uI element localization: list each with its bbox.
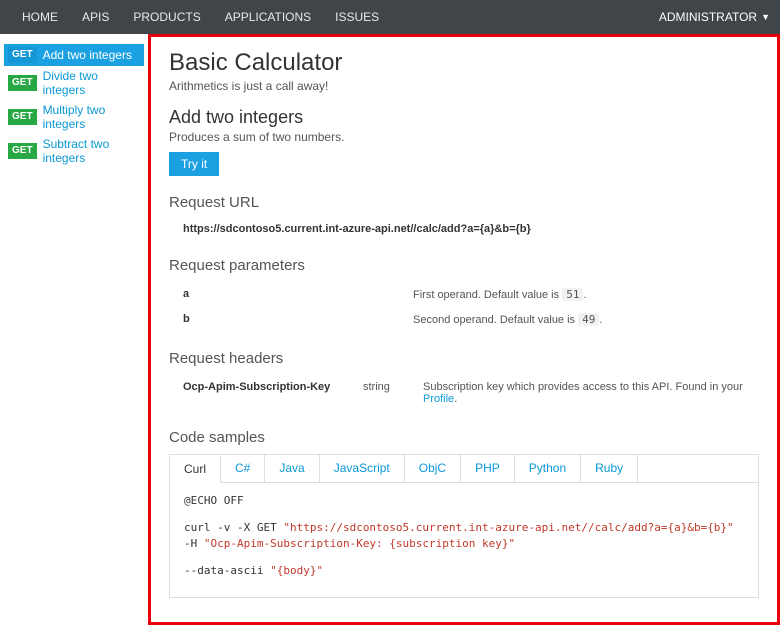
sidebar-item-add[interactable]: GET Add two integers (4, 44, 144, 66)
request-url-value: https://sdcontoso5.current.int-azure-api… (169, 219, 759, 239)
tab-javascript[interactable]: JavaScript (320, 455, 405, 482)
topnav: HOME APIS PRODUCTS APPLICATIONS ISSUES A… (0, 0, 780, 34)
sidebar-item-label: Add two integers (43, 48, 132, 62)
nav-products[interactable]: PRODUCTS (121, 0, 212, 34)
sidebar-item-label: Multiply two integers (43, 103, 140, 131)
param-desc: Second operand. Default value is 49. (413, 313, 759, 326)
sidebar-item-subtract[interactable]: GET Subtract two integers (4, 134, 144, 168)
param-row-a: a First operand. Default value is 51. (169, 282, 759, 307)
sidebar-item-label: Subtract two integers (43, 137, 140, 165)
tab-csharp[interactable]: C# (221, 455, 265, 482)
code-sample: @ECHO OFF curl -v -X GET "https://sdcont… (169, 482, 759, 598)
nav-apis[interactable]: APIS (70, 0, 121, 34)
code-line: -H "Ocp-Apim-Subscription-Key: {subscrip… (184, 536, 744, 553)
param-default-value: 51 (562, 288, 583, 301)
method-badge: GET (8, 109, 37, 125)
section-request-params: Request parameters (169, 257, 759, 274)
nav-issues[interactable]: ISSUES (323, 0, 391, 34)
tab-python[interactable]: Python (515, 455, 581, 482)
param-row-b: b Second operand. Default value is 49. (169, 307, 759, 332)
header-desc: Subscription key which provides access t… (423, 381, 759, 405)
code-line: @ECHO OFF (184, 493, 744, 510)
sidebar-item-label: Divide two integers (43, 69, 140, 97)
nav-user-label: ADMINISTRATOR (659, 10, 757, 24)
page-title: Basic Calculator (169, 49, 759, 77)
param-name: a (183, 288, 413, 301)
param-desc: First operand. Default value is 51. (413, 288, 759, 301)
code-line: --data-ascii "{body}" (184, 563, 744, 580)
tab-java[interactable]: Java (265, 455, 319, 482)
profile-link[interactable]: Profile (423, 393, 454, 405)
tab-curl[interactable]: Curl (170, 456, 221, 483)
tab-php[interactable]: PHP (461, 455, 515, 482)
code-tabs: Curl C# Java JavaScript ObjC PHP Python … (169, 454, 759, 482)
method-badge: GET (8, 143, 37, 159)
main-panel: Basic Calculator Arithmetics is just a c… (148, 34, 780, 625)
section-code-samples: Code samples (169, 429, 759, 446)
code-line: curl -v -X GET "https://sdcontoso5.curre… (184, 520, 744, 537)
section-request-url: Request URL (169, 194, 759, 211)
nav-applications[interactable]: APPLICATIONS (213, 0, 323, 34)
tab-ruby[interactable]: Ruby (581, 455, 638, 482)
tab-objc[interactable]: ObjC (405, 455, 461, 482)
operation-desc: Produces a sum of two numbers. (169, 130, 759, 144)
operation-title: Add two integers (169, 107, 759, 128)
param-default-value: 49 (578, 313, 599, 326)
sidebar-item-divide[interactable]: GET Divide two integers (4, 66, 144, 100)
section-request-headers: Request headers (169, 350, 759, 367)
try-it-button[interactable]: Try it (169, 152, 219, 176)
header-name: Ocp-Apim-Subscription-Key (183, 381, 363, 405)
sidebar-item-multiply[interactable]: GET Multiply two integers (4, 100, 144, 134)
nav-home[interactable]: HOME (10, 0, 70, 34)
header-row-subscription-key: Ocp-Apim-Subscription-Key string Subscri… (169, 375, 759, 411)
caret-down-icon: ▼ (761, 12, 770, 22)
method-badge: GET (8, 75, 37, 91)
sidebar: GET Add two integers GET Divide two inte… (0, 34, 148, 625)
nav-user-menu[interactable]: ADMINISTRATOR ▼ (659, 10, 770, 24)
header-type: string (363, 381, 423, 405)
param-name: b (183, 313, 413, 326)
page-subtitle: Arithmetics is just a call away! (169, 79, 759, 93)
method-badge: GET (8, 47, 37, 63)
